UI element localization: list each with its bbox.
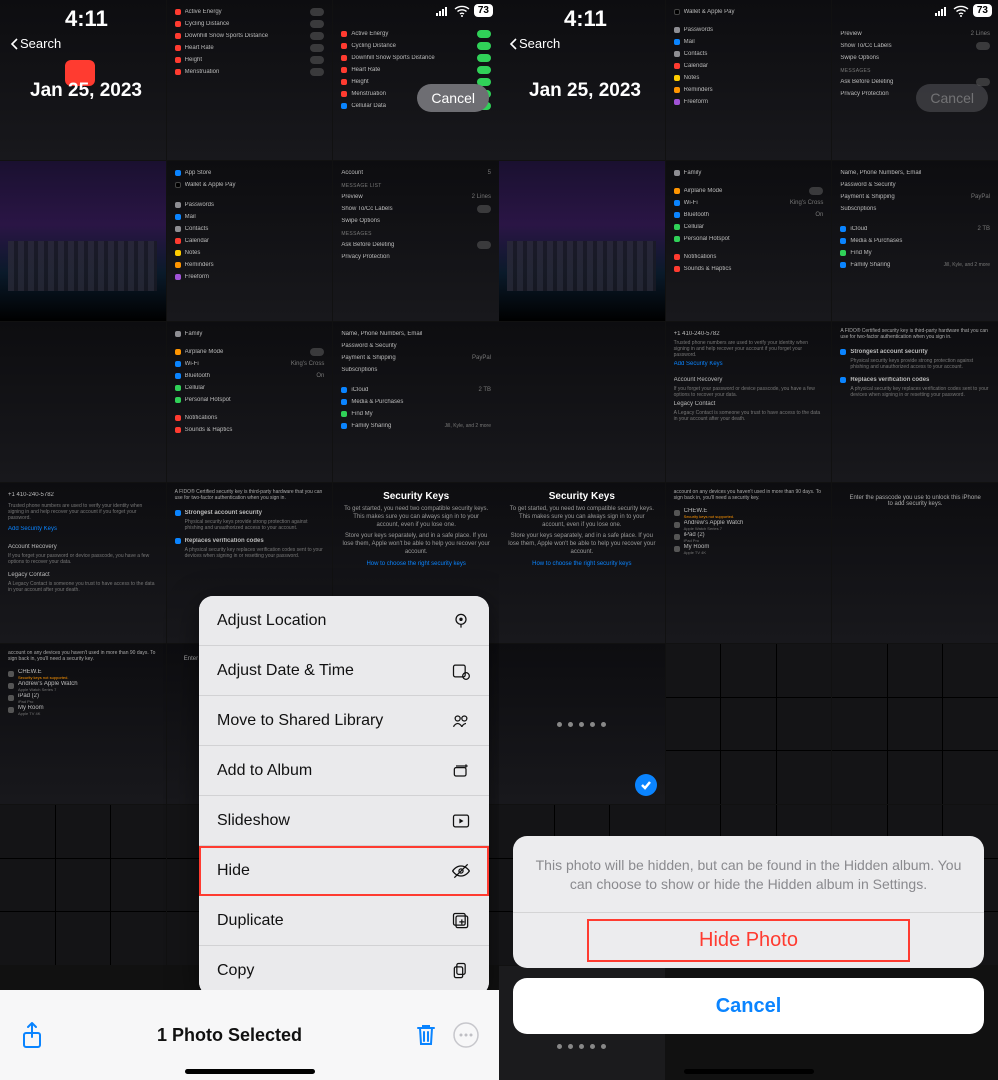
menu-item-label: Hide [217, 862, 250, 880]
selection-check-icon [635, 774, 657, 796]
menu-copy[interactable]: Copy [199, 946, 489, 996]
menu-add-to-album[interactable]: Add to Album [199, 746, 489, 796]
people-icon [451, 711, 471, 731]
grid-cell[interactable]: 73 Cancel Active Energy Cycling Distance… [333, 0, 499, 160]
menu-duplicate[interactable]: Duplicate [199, 896, 489, 946]
grid-cell[interactable]: 4:11 Search Jan 25, 2023 [499, 0, 665, 160]
grid-cell[interactable]: Account5 MESSAGE LIST Preview2 Lines Sho… [333, 161, 499, 321]
grid-cell[interactable] [832, 644, 998, 804]
doc-on-doc-icon [451, 961, 471, 981]
back-to-search[interactable]: Search [10, 36, 61, 51]
sheet-message: This photo will be hidden, but can be fo… [513, 836, 984, 912]
grid-cell[interactable]: Wallet & Apple Pay Passwords Mail Contac… [666, 0, 832, 160]
album-add-icon [451, 761, 471, 781]
battery-indicator: 73 [973, 4, 992, 17]
grid-cell[interactable]: Family Airplane Mode Wi-FiKing's Cross B… [666, 161, 832, 321]
grid-cell[interactable]: +1 410-240-5782 Trusted phone numbers ar… [0, 483, 166, 643]
play-rect-icon [451, 811, 471, 831]
right-screenshot: 4:11 Search Jan 25, 2023 Wallet & Apple … [499, 0, 998, 1080]
more-icon[interactable] [453, 1022, 479, 1048]
grid-cell[interactable]: +1 410-240-5782 Trusted phone numbers ar… [666, 322, 832, 482]
grid-cell[interactable]: 4:11 Search Jan 25, 2023 [0, 0, 166, 160]
grid-cell[interactable]: Name, Phone Numbers, Email Password & Se… [333, 322, 499, 482]
home-indicator[interactable] [684, 1069, 814, 1074]
menu-adjust-location[interactable]: Adjust Location [199, 596, 489, 646]
photo-date: Jan 25, 2023 [30, 80, 142, 102]
menu-item-label: Adjust Date & Time [217, 662, 354, 680]
menu-hide[interactable]: Hide [199, 846, 489, 896]
grid-cell[interactable]: Active Energy Cycling Distance Downhill … [167, 0, 333, 160]
battery-indicator: 73 [474, 4, 493, 17]
grid-cell[interactable]: A FIDO® Certified security key is third-… [832, 322, 998, 482]
grid-cell[interactable]: account on any devices you haven't used … [666, 483, 832, 643]
grid-cell[interactable]: App Store Wallet & Apple Pay Passwords M… [167, 161, 333, 321]
back-label: Search [20, 36, 61, 51]
location-pin-icon [451, 611, 471, 631]
menu-item-label: Adjust Location [217, 612, 326, 630]
status-time: 4:11 [65, 6, 108, 32]
photo-date: Jan 25, 2023 [529, 80, 641, 102]
status-right: 73 [935, 4, 992, 17]
grid-cell[interactable] [666, 644, 832, 804]
eye-slash-icon [451, 861, 471, 881]
grid-cell[interactable] [0, 161, 166, 321]
menu-slideshow[interactable]: Slideshow [199, 796, 489, 846]
trash-icon[interactable] [415, 1022, 437, 1048]
selection-toolbar: 1 Photo Selected [0, 990, 499, 1080]
grid-cell[interactable]: Security Keys To get started, you need t… [499, 483, 665, 643]
wifi-icon [953, 5, 969, 17]
chevron-left-icon [509, 38, 517, 50]
status-time: 4:11 [564, 6, 607, 32]
grid-cell[interactable]: Name, Phone Numbers, Email Password & Se… [832, 161, 998, 321]
menu-adjust-date-time[interactable]: Adjust Date & Time [199, 646, 489, 696]
chevron-left-icon [10, 38, 18, 50]
hide-action-sheet: This photo will be hidden, but can be fo… [513, 836, 984, 1034]
home-indicator[interactable] [185, 1069, 315, 1074]
menu-item-label: Duplicate [217, 912, 284, 930]
menu-item-label: Add to Album [217, 762, 312, 780]
grid-cell[interactable] [0, 805, 166, 965]
back-label: Search [519, 36, 560, 51]
cancel-pill[interactable]: Cancel [916, 84, 988, 112]
selection-count: 1 Photo Selected [44, 1025, 415, 1046]
menu-item-label: Slideshow [217, 812, 290, 830]
grid-cell[interactable]: Family Airplane Mode Wi-FiKing's Cross B… [167, 322, 333, 482]
grid-cell[interactable] [499, 161, 665, 321]
wifi-icon [454, 5, 470, 17]
context-menu: Adjust Location Adjust Date & Time Move … [199, 596, 489, 996]
grid-cell[interactable]: Enter the passcode you use to unlock thi… [832, 483, 998, 643]
left-screenshot: 4:11 Search Jan 25, 2023 Active Energy C… [0, 0, 499, 1080]
grid-cell[interactable] [0, 322, 166, 482]
hide-photo-button[interactable]: Hide Photo [513, 912, 984, 968]
share-icon[interactable] [20, 1021, 44, 1049]
plus-square-icon [451, 911, 471, 931]
sheet-cancel-button[interactable]: Cancel [513, 978, 984, 1034]
menu-item-label: Copy [217, 962, 254, 980]
menu-move-shared-library[interactable]: Move to Shared Library [199, 696, 489, 746]
status-right: 73 [436, 4, 493, 17]
grid-cell[interactable]: account on any devices you haven't used … [0, 644, 166, 804]
back-to-search[interactable]: Search [509, 36, 560, 51]
menu-item-label: Move to Shared Library [217, 712, 383, 730]
cancel-pill[interactable]: Cancel [417, 84, 489, 112]
grid-cell[interactable] [499, 322, 665, 482]
grid-cell-selected[interactable] [499, 644, 665, 804]
sheet-cancel-label: Cancel [716, 995, 782, 1018]
grid-cell[interactable]: 73 Cancel Preview2 Lines Show To/Cc Labe… [832, 0, 998, 160]
hide-photo-label: Hide Photo [699, 929, 798, 952]
calendar-clock-icon [451, 661, 471, 681]
